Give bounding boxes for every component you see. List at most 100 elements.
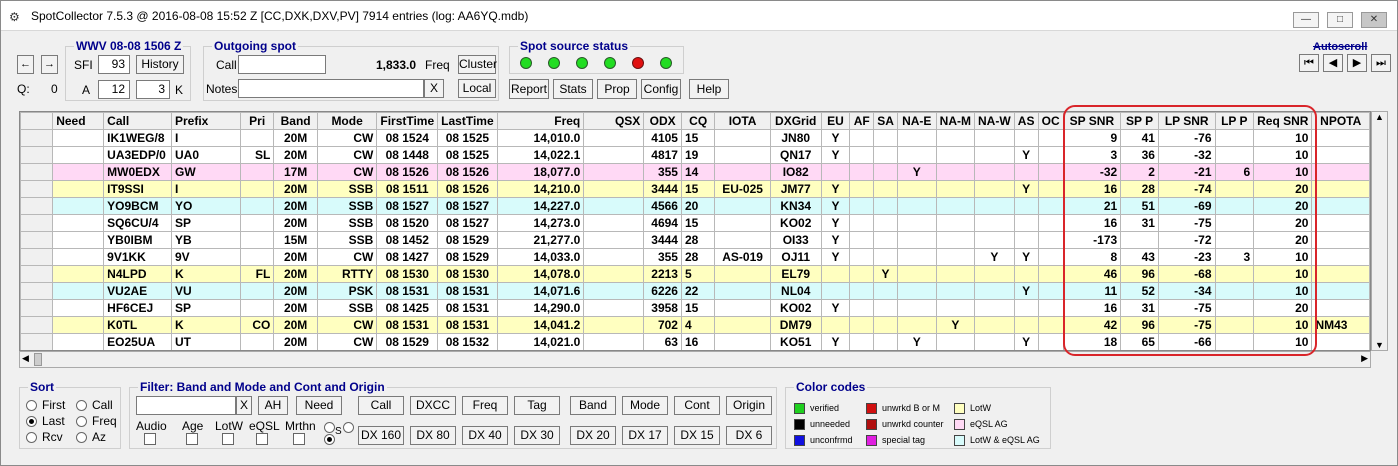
filter-s-radio-1[interactable] bbox=[324, 422, 335, 433]
filter-tag-button[interactable]: Tag bbox=[514, 396, 560, 415]
table-row[interactable]: N4LPD K FL 20M RTTY 08 1530 08 1530 14,078.0 221… bbox=[20, 265, 1370, 283]
table-row[interactable]: MW0EDX GW 17M CW 08 1526 08 1526 18,077.0 355 14… bbox=[20, 163, 1370, 181]
table-row[interactable]: IT9SSI I 20M SSB 08 1511 08 1526 14,210.0 3444 1… bbox=[20, 180, 1370, 198]
table-row[interactable]: YB0IBM YB 15M SSB 08 1452 08 1529 21,277.0 3444… bbox=[20, 231, 1370, 249]
column-header-firsttime[interactable]: FirstTime bbox=[376, 112, 439, 130]
filter-ah-button[interactable]: AH bbox=[258, 396, 288, 415]
spot-grid[interactable]: Need Call Prefix Pri Band Mode FirstTime LastTi… bbox=[19, 111, 1371, 351]
column-header-lp-snr[interactable]: LP SNR bbox=[1157, 112, 1216, 130]
table-row[interactable]: EO25UA UT 20M CW 08 1529 08 1532 14,021.0 63 16 K… bbox=[20, 333, 1370, 350]
filter-dx80-button[interactable]: DX 80 bbox=[410, 426, 456, 445]
table-row[interactable]: IK1WEG/8 I 20M CW 08 1524 08 1525 14,010.0 4105… bbox=[20, 129, 1370, 147]
scroll-last-icon[interactable]: ⏭ bbox=[1371, 54, 1391, 72]
column-header-sp-snr[interactable]: SP SNR bbox=[1062, 112, 1122, 130]
column-header-call[interactable]: Call bbox=[103, 112, 172, 130]
scroll-down-icon[interactable]: ▼ bbox=[1375, 340, 1384, 350]
filter-clear-button[interactable]: X bbox=[236, 396, 252, 415]
close-button[interactable]: ✕ bbox=[1361, 12, 1387, 28]
column-header-prefix[interactable]: Prefix bbox=[171, 112, 241, 130]
filter-dx30-button[interactable]: DX 30 bbox=[514, 426, 560, 445]
sfi-field[interactable]: 93 bbox=[98, 55, 130, 74]
column-header-mode[interactable]: Mode bbox=[316, 112, 378, 130]
row-header[interactable] bbox=[20, 197, 54, 215]
table-row[interactable]: 9V1KK 9V 20M CW 08 1427 08 1529 14,033.0 355 28 A… bbox=[20, 248, 1370, 266]
config-button[interactable]: Config bbox=[641, 79, 681, 99]
row-header[interactable] bbox=[20, 146, 54, 164]
filter-eqsl-checkbox[interactable] bbox=[256, 433, 268, 445]
horizontal-scroll-thumb[interactable] bbox=[34, 353, 42, 366]
column-header-dxgrid[interactable]: DXGrid bbox=[769, 112, 822, 130]
prop-button[interactable]: Prop bbox=[597, 79, 637, 99]
table-row[interactable]: YO9BCM YO 20M SSB 08 1527 08 1527 14,227.0 4566… bbox=[20, 197, 1370, 215]
filter-need-button[interactable]: Need bbox=[296, 396, 342, 415]
column-header-as[interactable]: AS bbox=[1013, 112, 1039, 130]
row-header[interactable] bbox=[20, 248, 54, 266]
horizontal-scrollbar[interactable]: ◀ ▶ bbox=[19, 351, 1371, 368]
column-header-cq[interactable]: CQ bbox=[680, 112, 716, 130]
filter-mrthn-checkbox[interactable] bbox=[293, 433, 305, 445]
row-header[interactable] bbox=[20, 163, 54, 181]
filter-field[interactable] bbox=[136, 396, 236, 415]
filter-lotw-checkbox[interactable] bbox=[222, 433, 234, 445]
scroll-up-icon[interactable]: ▲ bbox=[1375, 112, 1384, 122]
stats-button[interactable]: Stats bbox=[553, 79, 593, 99]
table-row[interactable]: UA3EDP/0 UA0 SL 20M CW 08 1448 08 1525 14,022.1… bbox=[20, 146, 1370, 164]
filter-dx17-button[interactable]: DX 17 bbox=[622, 426, 668, 445]
filter-freq-button[interactable]: Freq bbox=[462, 396, 508, 415]
row-header[interactable] bbox=[20, 299, 54, 317]
back-arrow-icon[interactable]: ← bbox=[17, 55, 34, 74]
minimize-button[interactable]: — bbox=[1293, 12, 1319, 28]
call-field[interactable] bbox=[238, 55, 326, 74]
sort-rcv-radio[interactable] bbox=[26, 432, 37, 443]
filter-origin-button[interactable]: Origin bbox=[726, 396, 772, 415]
filter-call-button[interactable]: Call bbox=[358, 396, 404, 415]
report-button[interactable]: Report bbox=[509, 79, 549, 99]
row-header[interactable] bbox=[20, 214, 54, 232]
column-header-oc[interactable]: OC bbox=[1037, 112, 1064, 130]
row-header[interactable] bbox=[20, 265, 54, 283]
help-button[interactable]: Help bbox=[689, 79, 729, 99]
row-header[interactable] bbox=[20, 333, 54, 350]
column-header-need[interactable]: Need bbox=[52, 112, 105, 130]
column-header-pri[interactable]: Pri bbox=[239, 112, 275, 130]
filter-dxcc-button[interactable]: DXCC bbox=[410, 396, 456, 415]
filter-band-button[interactable]: Band bbox=[570, 396, 616, 415]
history-button[interactable]: History bbox=[136, 55, 184, 74]
column-header-sp-p[interactable]: SP P bbox=[1120, 112, 1159, 130]
forward-arrow-icon[interactable]: → bbox=[41, 55, 58, 74]
column-header-qsx[interactable]: QSX bbox=[583, 112, 645, 130]
table-row[interactable]: VU2AE VU 20M PSK 08 1531 08 1531 14,071.6 6226 2… bbox=[20, 282, 1370, 300]
scroll-next-icon[interactable]: ▶ bbox=[1347, 54, 1367, 72]
row-header[interactable] bbox=[20, 316, 54, 334]
local-button[interactable]: Local bbox=[458, 79, 496, 98]
filter-age-checkbox[interactable] bbox=[186, 433, 198, 445]
column-header-iota[interactable]: IOTA bbox=[714, 112, 771, 130]
filter-dx40-button[interactable]: DX 40 bbox=[462, 426, 508, 445]
cluster-button[interactable]: Cluster bbox=[458, 55, 497, 74]
row-header[interactable] bbox=[20, 180, 54, 198]
sort-call-radio[interactable] bbox=[76, 400, 87, 411]
column-header-na-e[interactable]: NA-E bbox=[896, 112, 937, 130]
scroll-left-icon[interactable]: ◀ bbox=[22, 353, 29, 364]
filter-dx15-button[interactable]: DX 15 bbox=[674, 426, 720, 445]
scroll-prev-icon[interactable]: ◀ bbox=[1323, 54, 1343, 72]
a-index-field[interactable]: 12 bbox=[98, 80, 130, 99]
filter-mode-button[interactable]: Mode bbox=[622, 396, 668, 415]
column-header-eu[interactable]: EU bbox=[820, 112, 851, 130]
filter-cont-button[interactable]: Cont bbox=[674, 396, 720, 415]
table-row[interactable]: SQ6CU/4 SP 20M SSB 08 1520 08 1527 14,273.0 469… bbox=[20, 214, 1370, 232]
row-header[interactable] bbox=[20, 129, 54, 147]
filter-audio-checkbox[interactable] bbox=[144, 433, 156, 445]
sort-last-radio[interactable] bbox=[26, 416, 37, 427]
row-header[interactable] bbox=[20, 282, 54, 300]
row-header[interactable] bbox=[20, 231, 54, 249]
clear-notes-button[interactable]: X bbox=[424, 79, 444, 98]
vertical-scrollbar[interactable]: ▲ ▼ bbox=[1371, 111, 1388, 351]
column-header-lp-p[interactable]: LP P bbox=[1214, 112, 1255, 130]
scroll-first-icon[interactable]: ⏮ bbox=[1299, 54, 1319, 72]
filter-s-radio-3[interactable] bbox=[343, 422, 354, 433]
filter-s-radio-2[interactable] bbox=[324, 434, 335, 445]
column-header-freq[interactable]: Freq bbox=[496, 112, 585, 130]
sort-freq-radio[interactable] bbox=[76, 416, 87, 427]
table-row[interactable]: HF6CEJ SP 20M SSB 08 1425 08 1531 14,290.0 3958… bbox=[20, 299, 1370, 317]
